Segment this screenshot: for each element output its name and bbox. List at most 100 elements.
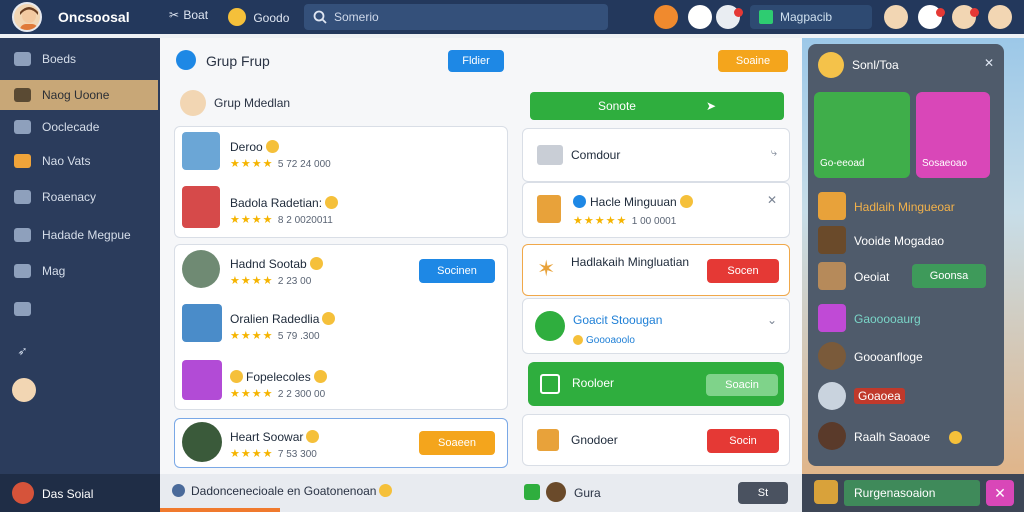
smiley-icon xyxy=(313,370,327,383)
middle-item-button[interactable]: Socen xyxy=(707,259,779,283)
fire-icon[interactable] xyxy=(654,5,678,29)
goodo-nav[interactable]: Goodo xyxy=(228,8,289,26)
right-list-item[interactable]: Goaoea xyxy=(816,380,996,414)
share-icon[interactable]: ⤷ xyxy=(771,147,777,160)
right-list-button[interactable]: Goonsa xyxy=(912,264,986,288)
globe-icon xyxy=(172,484,185,497)
member-meta: 2 23 00 xyxy=(277,276,312,287)
gift-icon xyxy=(14,154,31,168)
smiley-icon xyxy=(309,257,323,270)
sidebar-item-hadade-megpue[interactable]: Hadade Megpue xyxy=(0,220,160,250)
calendar-icon xyxy=(540,374,560,394)
right-list-button-label: Goonsa xyxy=(929,270,969,282)
middle-item-card[interactable]: Comdour ⤷ xyxy=(522,128,790,182)
middle-item-card[interactable]: Gnodoer Socin xyxy=(522,414,790,466)
chat-icon[interactable] xyxy=(524,484,540,500)
account-avatar[interactable] xyxy=(988,5,1012,29)
sidebar-item-label: Roaenacy xyxy=(42,190,97,204)
smiley-icon xyxy=(228,8,246,26)
friend-avatar[interactable] xyxy=(546,482,566,502)
list-item[interactable]: Oralien Radedlia ★★★★ 5 79 .300 xyxy=(182,304,500,346)
middle-item-card[interactable]: Hacle Minguuan ★★★★★ 1 00 0001 ✕ xyxy=(522,182,790,238)
alert-icon[interactable] xyxy=(688,5,712,29)
rating-stars: ★★★★ xyxy=(230,275,274,287)
right-list-label: Raalh Saoaoe xyxy=(854,430,931,444)
gallery-icon xyxy=(14,120,31,134)
member-action-button[interactable]: Socinen xyxy=(419,259,495,283)
sidebar-item-label: Ooclecade xyxy=(42,120,100,134)
middle-item-card[interactable]: Goacit Stoougan Goooaoolo ⌄ xyxy=(522,298,790,354)
notification-dot xyxy=(734,8,743,17)
middle-item-button[interactable]: Soacin xyxy=(706,374,778,396)
rating-stars: ★★★★★ xyxy=(573,215,628,227)
calendar-icon xyxy=(14,228,31,242)
top-action-button[interactable]: Soaine xyxy=(718,50,788,72)
box-icon xyxy=(818,262,846,290)
right-list-item[interactable]: Raalh Saoaoe xyxy=(816,420,996,454)
list-item[interactable]: Fopelecoles ★★★★ 2 2 300 00 xyxy=(182,360,500,402)
current-user[interactable]: Das Soial xyxy=(0,474,160,512)
list-item[interactable]: Heart Soowar ★★★★ 7 53 300 Soaeen xyxy=(182,422,500,464)
list-item[interactable]: Hadnd Sootab ★★★★ 2 23 00 Socinen xyxy=(182,250,500,292)
chevron-down-icon[interactable]: ⌄ xyxy=(767,313,777,327)
middle-item-card-green[interactable]: Rooloer Soacin xyxy=(528,362,784,406)
message-input[interactable]: Rurgenasoaion xyxy=(844,480,980,506)
sidebar-tools-button[interactable]: ➶ xyxy=(0,336,160,366)
member-name: Hadnd Sootab xyxy=(230,257,307,271)
gift-tile[interactable]: Sosaeoao xyxy=(916,92,990,178)
smiley-icon xyxy=(573,335,583,345)
info-icon xyxy=(573,195,586,208)
sidebar-chat-button[interactable] xyxy=(0,294,160,324)
tools-icon: ✂ xyxy=(168,8,180,22)
right-list-item[interactable]: Gaooooaurg xyxy=(816,302,996,336)
sidebar-item-mag[interactable]: Mag xyxy=(0,256,160,286)
rating-stars: ★★★★ xyxy=(230,448,274,460)
sidebar-item-naog-uoone[interactable]: Naog Uoone xyxy=(0,80,158,110)
profile-avatar[interactable] xyxy=(12,2,42,32)
middle-item-card-highlighted[interactable]: ✶ Hadlakaih Mingluatian Socen xyxy=(522,244,790,296)
sidebar-item-label: Naog Uoone xyxy=(42,88,110,102)
close-icon[interactable]: ✕ xyxy=(984,56,994,70)
bell-icon[interactable] xyxy=(918,5,945,29)
user-avatar xyxy=(12,482,34,504)
go-button[interactable]: Sonote ➤ xyxy=(530,92,784,120)
right-list-label: Oeoiat xyxy=(854,270,890,284)
bell-dot xyxy=(936,8,945,17)
clipboard-icon xyxy=(537,195,561,223)
right-list-item[interactable]: Vooide Mogadao xyxy=(816,224,996,258)
member-avatar xyxy=(182,360,222,400)
search-input[interactable]: Somerio xyxy=(304,4,608,30)
send-button[interactable]: ✕ xyxy=(986,480,1014,506)
app-brand: Oncsoosal xyxy=(58,9,130,25)
member-avatar xyxy=(182,186,220,228)
boat-nav[interactable]: ✂ Boat xyxy=(168,8,208,22)
friend-avatar[interactable] xyxy=(952,5,979,29)
join-button[interactable]: Fldier xyxy=(448,50,504,72)
sidebar-item-nao-vats[interactable]: Nao Vats xyxy=(0,146,160,176)
member-avatar xyxy=(182,304,222,342)
user-avatar[interactable] xyxy=(884,5,908,29)
sidebar-avatar[interactable] xyxy=(12,378,36,402)
close-icon[interactable]: ✕ xyxy=(767,193,777,207)
smiley-icon xyxy=(306,430,320,443)
reward-tile[interactable]: Go-eeoad xyxy=(814,92,910,178)
member-name: Badola Radetian: xyxy=(230,196,323,210)
rating-stars: ★★★★ xyxy=(230,158,274,170)
list-item[interactable]: Deroo ★★★★ 5 72 24 000 xyxy=(182,132,500,174)
sidebar-item-roaenacy[interactable]: Roaenacy xyxy=(0,182,160,212)
middle-item-button[interactable]: Socin xyxy=(707,429,779,453)
messages-button[interactable]: Magpacib xyxy=(750,5,872,29)
member-action-button[interactable]: Soaeen xyxy=(419,431,495,455)
message-input-value: Rurgenasoaion xyxy=(854,486,936,500)
list-item[interactable]: Badola Radetian: ★★★★ 8 2 0020011 xyxy=(182,186,500,228)
messages-label: Magpacib xyxy=(780,10,833,24)
rocket-icon: ➶ xyxy=(17,344,28,358)
coin-icon xyxy=(818,52,844,78)
right-list-item[interactable]: Hadlaih Mingueoar xyxy=(816,190,996,224)
counter-button[interactable]: St xyxy=(738,482,788,504)
right-list-item[interactable]: Oeoiat Goonsa xyxy=(816,260,996,294)
right-list-item[interactable]: Goooanfloge xyxy=(816,340,996,374)
sidebar-item-ooclecade[interactable]: Ooclecade xyxy=(0,112,160,142)
sidebar-item-boeds[interactable]: Boeds xyxy=(0,44,160,74)
notification-icon[interactable] xyxy=(716,5,743,29)
